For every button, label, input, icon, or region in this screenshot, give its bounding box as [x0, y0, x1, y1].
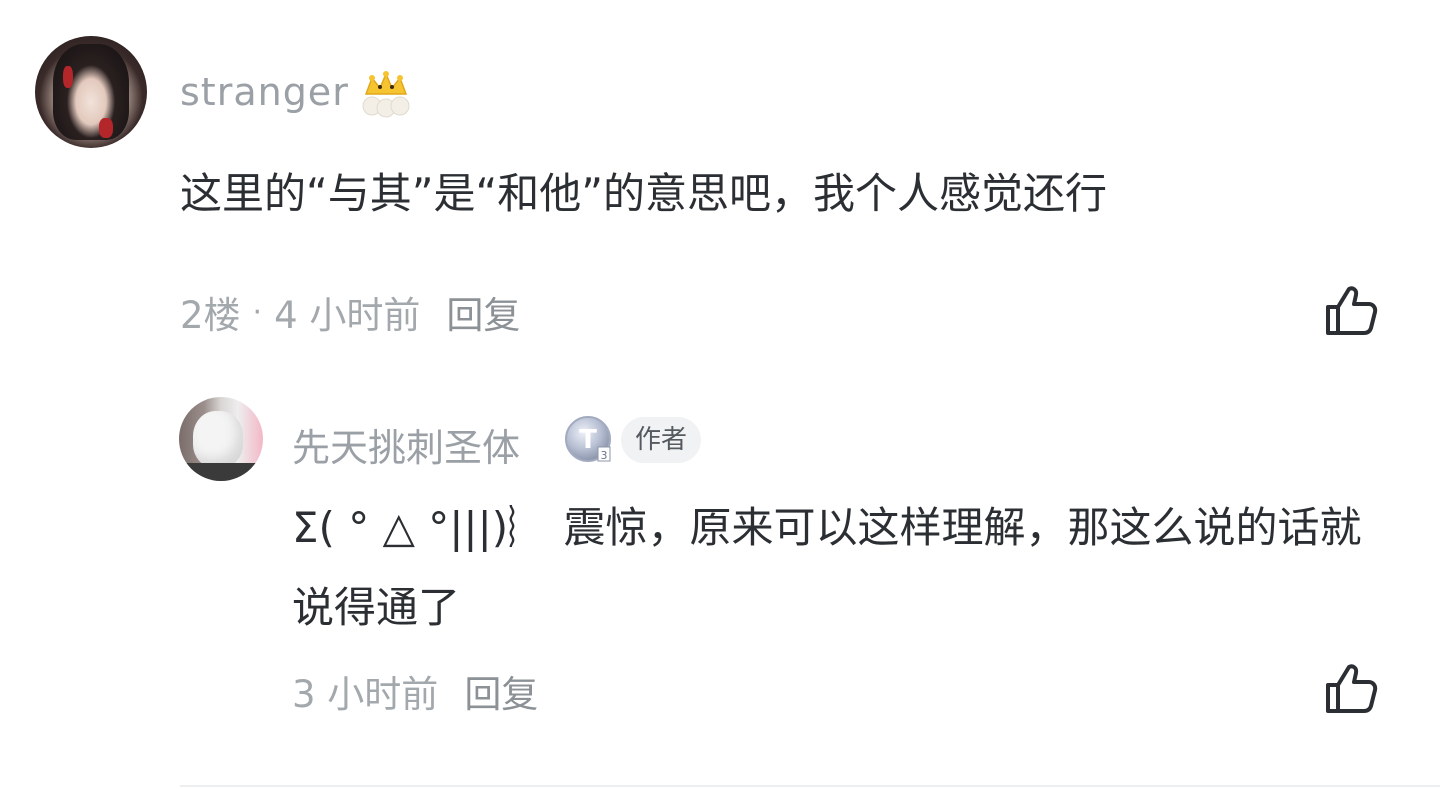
level-badge-icon: T 3: [565, 416, 611, 462]
comment-thread: stranger 这里的“与其”是“和他”的意思吧，我个人感觉还行 2楼 · 4…: [0, 0, 1440, 789]
meta-separator: ·: [252, 294, 263, 330]
reply-text: Σ( ° △ °|||)︴ 震惊，原来可以这样理解，那这么说的话就说得通了: [292, 503, 1362, 632]
reply-button[interactable]: 回复: [464, 664, 538, 718]
username[interactable]: 先天挑刺圣体: [292, 417, 520, 472]
timestamp: 4 小时前: [274, 294, 421, 337]
comment-meta: 2楼 · 4 小时前 回复: [180, 287, 520, 337]
thumbs-up-icon[interactable]: [1323, 283, 1379, 339]
svg-text:3: 3: [601, 449, 608, 462]
timestamp: 3 小时前: [292, 673, 439, 716]
crown-icon: [362, 71, 410, 118]
reply-button[interactable]: 回复: [446, 285, 520, 339]
avatar[interactable]: [179, 397, 263, 481]
floor-number: 2楼: [180, 294, 241, 337]
avatar[interactable]: [35, 36, 147, 148]
reply-meta: 3 小时前 回复: [292, 666, 538, 716]
username[interactable]: stranger: [180, 70, 349, 114]
svg-text:T: T: [579, 425, 597, 455]
thumbs-up-icon[interactable]: [1323, 661, 1379, 717]
divider: [180, 785, 1440, 787]
author-tag: 作者: [621, 417, 702, 463]
comment-text: 这里的“与其”是“和他”的意思吧，我个人感觉还行: [180, 169, 1108, 218]
